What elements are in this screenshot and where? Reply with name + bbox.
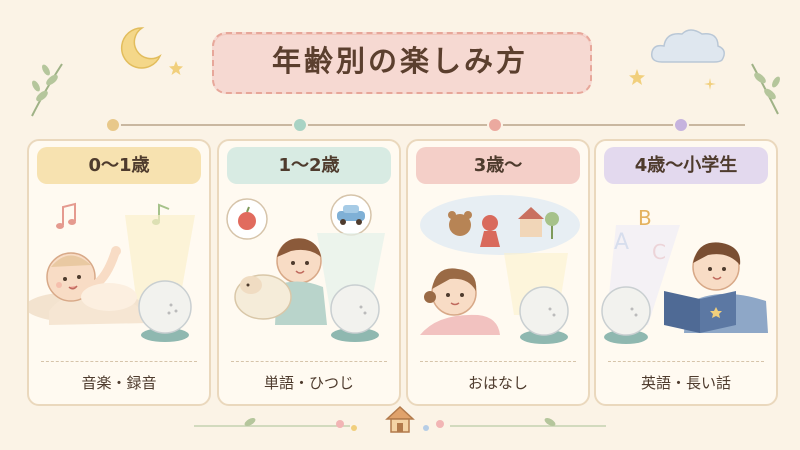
card-activity-label: 単語・ひつじ bbox=[263, 374, 354, 392]
star-icon bbox=[629, 69, 645, 85]
child-reading-book-illustration: A B C bbox=[601, 206, 768, 344]
age-card-0-1: 0～1歳 音楽・録音 bbox=[27, 139, 211, 406]
card-activity-label: おはなし bbox=[467, 374, 528, 392]
timeline-dot-stage3 bbox=[487, 117, 503, 133]
child-listening-story-illustration bbox=[420, 195, 580, 344]
baby-with-speaker-illustration bbox=[29, 202, 195, 342]
timeline-dot-stage2 bbox=[292, 117, 308, 133]
cloud-icon bbox=[650, 29, 725, 63]
timeline-line bbox=[111, 124, 745, 126]
moon-icon bbox=[120, 27, 162, 69]
star-icon bbox=[169, 61, 183, 75]
age-card-3: 3歳～ おはなし bbox=[406, 139, 590, 406]
card-age-heading: 4歳～小学生 bbox=[604, 147, 768, 184]
card-age-heading: 1～2歳 bbox=[227, 147, 391, 184]
age-card-1-2: 1～2歳 単語・ひつじ bbox=[217, 139, 401, 406]
title-banner: 年齢別の楽しみ方 bbox=[206, 24, 594, 98]
page: 年齢別の楽しみ方 0～1歳 音楽・録音 1～2歳 単語・ひつじ 3歳～ おはなし… bbox=[0, 0, 800, 450]
card-activity-label: 音楽・録音 bbox=[81, 374, 157, 392]
apple-car-bubbles-icon bbox=[226, 194, 372, 240]
house-icon bbox=[385, 405, 415, 433]
timeline-dot-stage1 bbox=[105, 117, 121, 133]
card-divider bbox=[608, 361, 764, 362]
card-age-heading: 0～1歳 bbox=[37, 147, 201, 184]
card-divider bbox=[231, 361, 387, 362]
card-activity-label: 英語・長い話 bbox=[640, 374, 731, 392]
card-age-heading: 3歳～ bbox=[416, 147, 580, 184]
toddler-with-sheep-illustration bbox=[226, 194, 385, 342]
card-divider bbox=[420, 361, 576, 362]
leaf-sprig-icon bbox=[31, 63, 63, 117]
card-divider bbox=[41, 361, 197, 362]
age-timeline bbox=[105, 117, 745, 133]
sparkle-icon bbox=[704, 78, 716, 90]
leaf-sprig-icon bbox=[751, 63, 780, 115]
page-title: 年齢別の楽しみ方 bbox=[271, 44, 528, 78]
timeline-dot-stage4 bbox=[673, 117, 689, 133]
age-card-4-elementary: 4歳～小学生 A B C 英語・長い話 bbox=[594, 139, 778, 406]
story-projection-icon bbox=[420, 195, 580, 255]
